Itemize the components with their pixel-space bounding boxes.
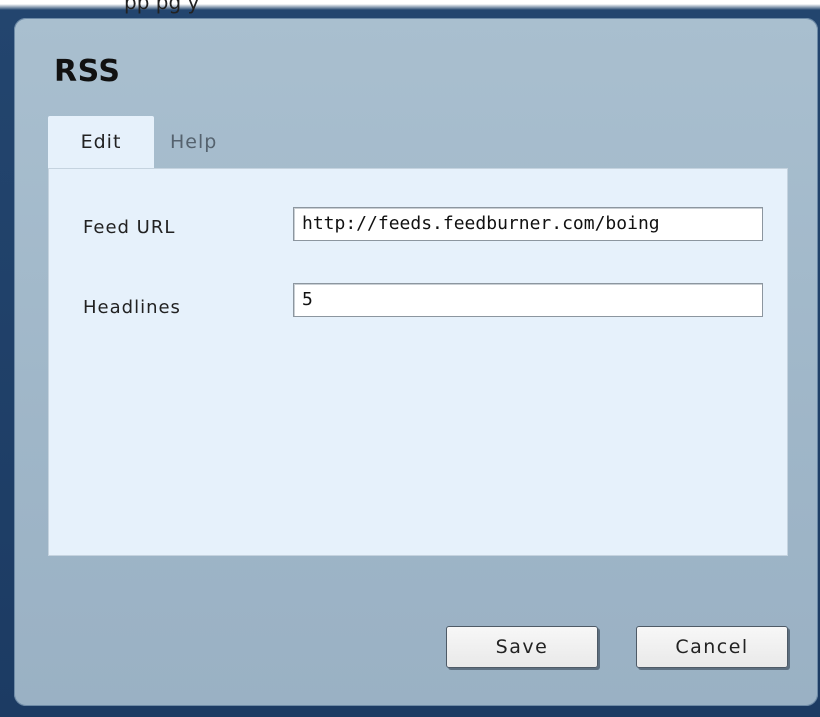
cropped-header-text: pp pg y [124, 0, 200, 14]
headlines-input[interactable] [293, 283, 763, 317]
dialog-title: RSS [54, 54, 121, 89]
save-button[interactable]: Save [446, 626, 598, 668]
cancel-button[interactable]: Cancel [636, 626, 788, 668]
desktop-background: pp pg y RSS Edit Help Feed URL Headlines… [0, 0, 820, 717]
headlines-label: Headlines [83, 297, 181, 318]
rss-settings-dialog: RSS Edit Help Feed URL Headlines Save Ca… [14, 18, 818, 706]
tab-edit[interactable]: Edit [48, 116, 154, 168]
feed-url-input[interactable] [293, 207, 763, 241]
tab-help[interactable]: Help [148, 116, 239, 168]
edit-panel: Feed URL Headlines [48, 168, 788, 556]
feed-url-label: Feed URL [83, 217, 176, 238]
